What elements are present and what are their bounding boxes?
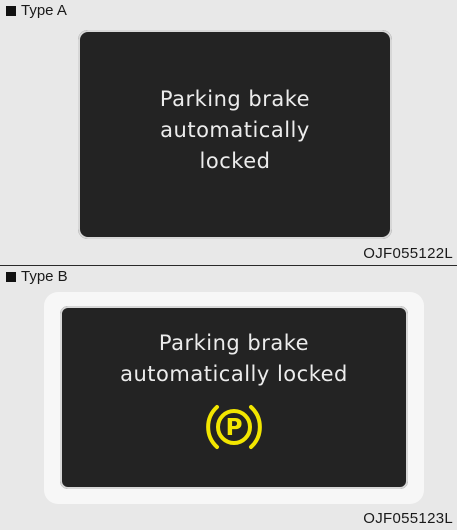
message-line-2: automatically locked xyxy=(120,362,348,386)
type-b-label-text: Type B xyxy=(21,268,68,285)
message-line-3: locked xyxy=(199,149,271,173)
display-message-type-b: Parking brake automatically locked xyxy=(60,328,408,390)
figure-code-b: OJF055123L xyxy=(363,510,453,527)
parking-brake-icon: P xyxy=(206,405,262,449)
message-line-1: Parking brake xyxy=(159,87,311,111)
bullet-square-icon xyxy=(6,271,16,282)
cluster-display-type-a: Parking brake automatically locked xyxy=(78,30,392,239)
type-a-label: Type A xyxy=(6,2,67,19)
message-line-2: automatically xyxy=(160,118,310,142)
type-b-label: Type B xyxy=(6,268,68,285)
display-message-type-a: Parking brake automatically locked xyxy=(78,84,392,177)
message-line-1: Parking brake xyxy=(158,331,310,355)
type-a-panel: Type A Parking brake automatically locke… xyxy=(0,0,457,265)
type-b-panel: Type B Parking brake automatically locke… xyxy=(0,266,457,530)
figure-code-a: OJF055122L xyxy=(363,245,453,262)
type-a-label-text: Type A xyxy=(21,2,67,19)
cluster-display-type-b: Parking brake automatically locked P xyxy=(60,306,408,489)
parking-brake-letter: P xyxy=(226,415,243,441)
bullet-square-icon xyxy=(6,5,16,16)
